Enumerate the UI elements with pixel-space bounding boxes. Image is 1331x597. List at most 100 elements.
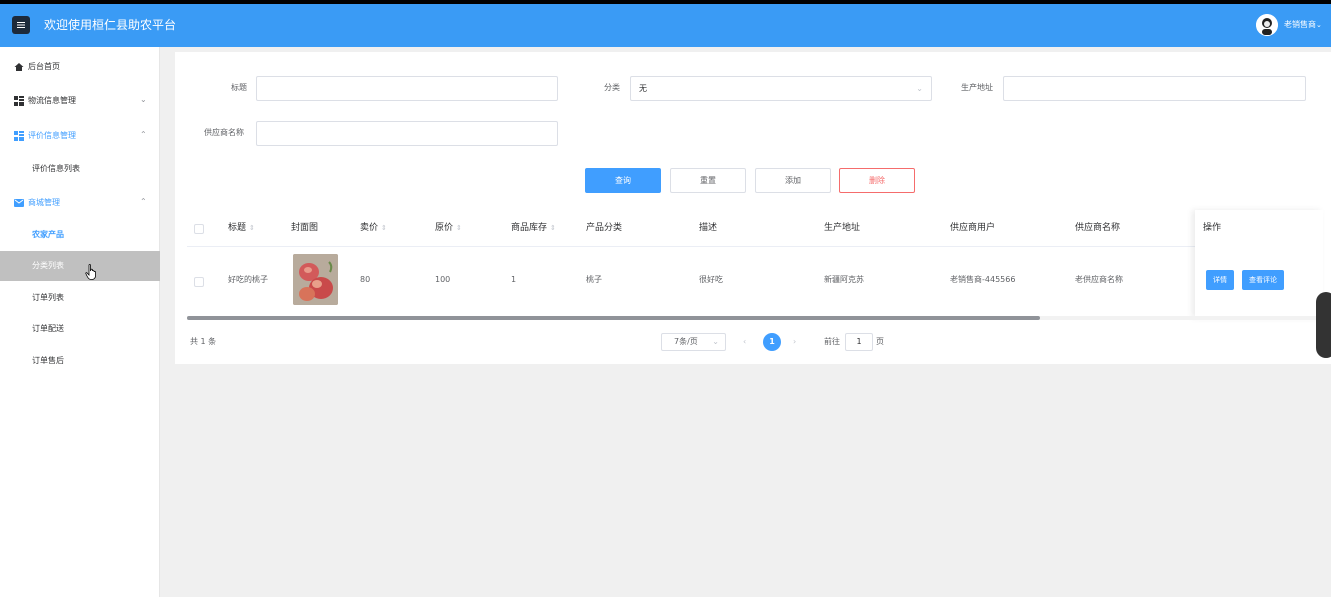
chevron-down-icon: ⌄	[712, 337, 719, 346]
avatar[interactable]	[1256, 14, 1278, 36]
detail-button[interactable]: 详情	[1206, 270, 1234, 290]
goto-label: 前往	[824, 337, 840, 346]
sidebar-item-label: 订单列表	[32, 293, 64, 302]
category-label: 分类	[604, 83, 620, 92]
user-name: 老销售商	[1284, 20, 1316, 29]
sidebar-item-label: 订单售后	[32, 356, 64, 365]
sidebar-item-reviews[interactable]: 评价信息管理 ⌃	[0, 121, 160, 151]
cell-supplier-name: 老供应商名称	[1075, 275, 1123, 284]
sidebar-item-label: 物流信息管理	[28, 96, 76, 105]
select-all-checkbox[interactable]	[194, 224, 204, 234]
supplier-input[interactable]	[256, 121, 558, 146]
cell-address: 新疆阿克苏	[824, 275, 864, 284]
app-title: 欢迎使用桓仁县助农平台	[44, 18, 177, 32]
column-header-description: 描述	[699, 223, 718, 233]
view-reviews-button[interactable]: 查看评论	[1242, 270, 1284, 290]
chevron-down-icon: ⌄	[916, 84, 923, 93]
chevron-down-icon: ⌄	[1316, 21, 1322, 29]
menu-toggle-button[interactable]	[12, 16, 30, 34]
horizontal-scrollbar-thumb[interactable]	[187, 316, 1040, 320]
sidebar-item-farm-products[interactable]: 农家产品	[0, 220, 160, 250]
sidebar-item-home[interactable]: 后台首页	[0, 52, 160, 82]
grid-icon	[14, 131, 24, 141]
column-header-cover: 封面图	[291, 223, 319, 233]
column-header-label: 卖价	[360, 223, 379, 233]
chevron-down-icon: ⌄	[140, 95, 147, 104]
cell-title: 好吃的桃子	[228, 275, 268, 284]
page-size-value: 7条/页	[674, 337, 698, 346]
query-button[interactable]: 查询	[585, 168, 661, 193]
sidebar-item-order-list[interactable]: 订单列表	[0, 283, 160, 313]
column-header-address: 生产地址	[824, 223, 861, 233]
cell-stock: 1	[511, 275, 517, 284]
peach-image	[293, 254, 338, 305]
sidebar-item-category-list[interactable]: 分类列表	[0, 251, 160, 281]
page-size-select[interactable]: 7条/页 ⌄	[661, 333, 726, 351]
hand-cursor-icon	[85, 264, 96, 280]
add-button[interactable]: 添加	[755, 168, 831, 193]
column-header-title[interactable]: 标题 ⇕	[228, 222, 255, 234]
address-input[interactable]	[1003, 76, 1306, 101]
table-header-divider	[187, 246, 1323, 247]
pagination-total: 共 1 条	[190, 337, 217, 346]
column-header-label: 商品库存	[511, 223, 548, 233]
sidebar-item-logistics[interactable]: 物流信息管理 ⌄	[0, 86, 160, 116]
next-page-button[interactable]: ›	[793, 337, 796, 347]
sort-icon[interactable]: ⇕	[381, 224, 387, 232]
mail-icon	[14, 199, 24, 207]
sidebar-item-label: 分类列表	[32, 261, 64, 270]
sort-icon[interactable]: ⇕	[456, 224, 462, 232]
user-menu[interactable]: 老销售商⌄	[1284, 19, 1322, 31]
sidebar-item-mall[interactable]: 商城管理 ⌃	[0, 188, 160, 218]
column-header-original-price[interactable]: 原价 ⇕	[435, 222, 462, 234]
title-input[interactable]	[256, 76, 558, 101]
sort-icon[interactable]: ⇕	[550, 224, 556, 232]
page-unit-label: 页	[876, 337, 884, 346]
page-number-current[interactable]: 1	[763, 333, 781, 351]
sidebar-item-label: 订单配送	[32, 324, 64, 333]
sidebar-item-label: 评价信息列表	[32, 164, 80, 173]
delete-button[interactable]: 删除	[839, 168, 915, 193]
column-header-supplier-name: 供应商名称	[1075, 223, 1121, 233]
cell-description: 很好吃	[699, 275, 723, 284]
sidebar-item-label: 农家产品	[32, 230, 64, 239]
grid-icon	[14, 96, 24, 106]
cell-category: 桃子	[586, 275, 602, 284]
column-header-supplier-user: 供应商用户	[950, 223, 996, 233]
cell-supplier-user: 老销售商-445566	[950, 275, 1016, 284]
user-avatar-icon	[1256, 14, 1278, 36]
cell-price: 80	[360, 275, 371, 284]
supplier-label: 供应商名称	[204, 128, 244, 137]
sidebar-item-label: 评价信息管理	[28, 131, 76, 140]
sort-icon[interactable]: ⇕	[249, 224, 255, 232]
goto-page-input[interactable]: 1	[845, 333, 873, 351]
category-select[interactable]: 无 ⌄	[630, 76, 932, 101]
address-label: 生产地址	[961, 83, 993, 92]
column-header-category: 产品分类	[586, 223, 623, 233]
column-header-price[interactable]: 卖价 ⇕	[360, 222, 387, 234]
row-checkbox[interactable]	[194, 277, 204, 287]
home-icon	[14, 63, 24, 71]
operation-column: 操作 详情 查看评论	[1195, 210, 1323, 318]
sidebar-item-label: 后台首页	[28, 62, 60, 71]
sidebar-item-label: 商城管理	[28, 198, 60, 207]
column-header-label: 标题	[228, 223, 247, 233]
cell-original-price: 100	[435, 275, 451, 284]
chevron-up-icon: ⌃	[140, 197, 147, 206]
top-header: 欢迎使用桓仁县助农平台 老销售商⌄	[0, 4, 1331, 47]
column-header-operation: 操作	[1203, 223, 1222, 233]
menu-icon	[17, 22, 25, 28]
title-label: 标题	[231, 83, 247, 92]
column-header-label: 原价	[435, 223, 454, 233]
product-cover-image	[293, 254, 338, 305]
reset-button[interactable]: 重置	[670, 168, 746, 193]
sidebar-item-order-delivery[interactable]: 订单配送	[0, 314, 160, 344]
prev-page-button[interactable]: ‹	[743, 337, 746, 347]
floating-side-widget[interactable]	[1316, 292, 1331, 358]
sidebar-item-review-list[interactable]: 评价信息列表	[0, 154, 160, 184]
sidebar-item-after-sales[interactable]: 订单售后	[0, 346, 160, 376]
sidebar: 后台首页 物流信息管理 ⌄ 评价信息管理 ⌃ 评价信息列表 商城管理 ⌃ 农家产…	[0, 47, 160, 597]
column-header-stock[interactable]: 商品库存 ⇕	[511, 222, 556, 234]
category-selected-value: 无	[639, 84, 647, 93]
main-content: 标题 分类 无 ⌄ 生产地址 供应商名称 查询 重置 添加 删除 标题 ⇕ 封面图…	[175, 52, 1331, 364]
